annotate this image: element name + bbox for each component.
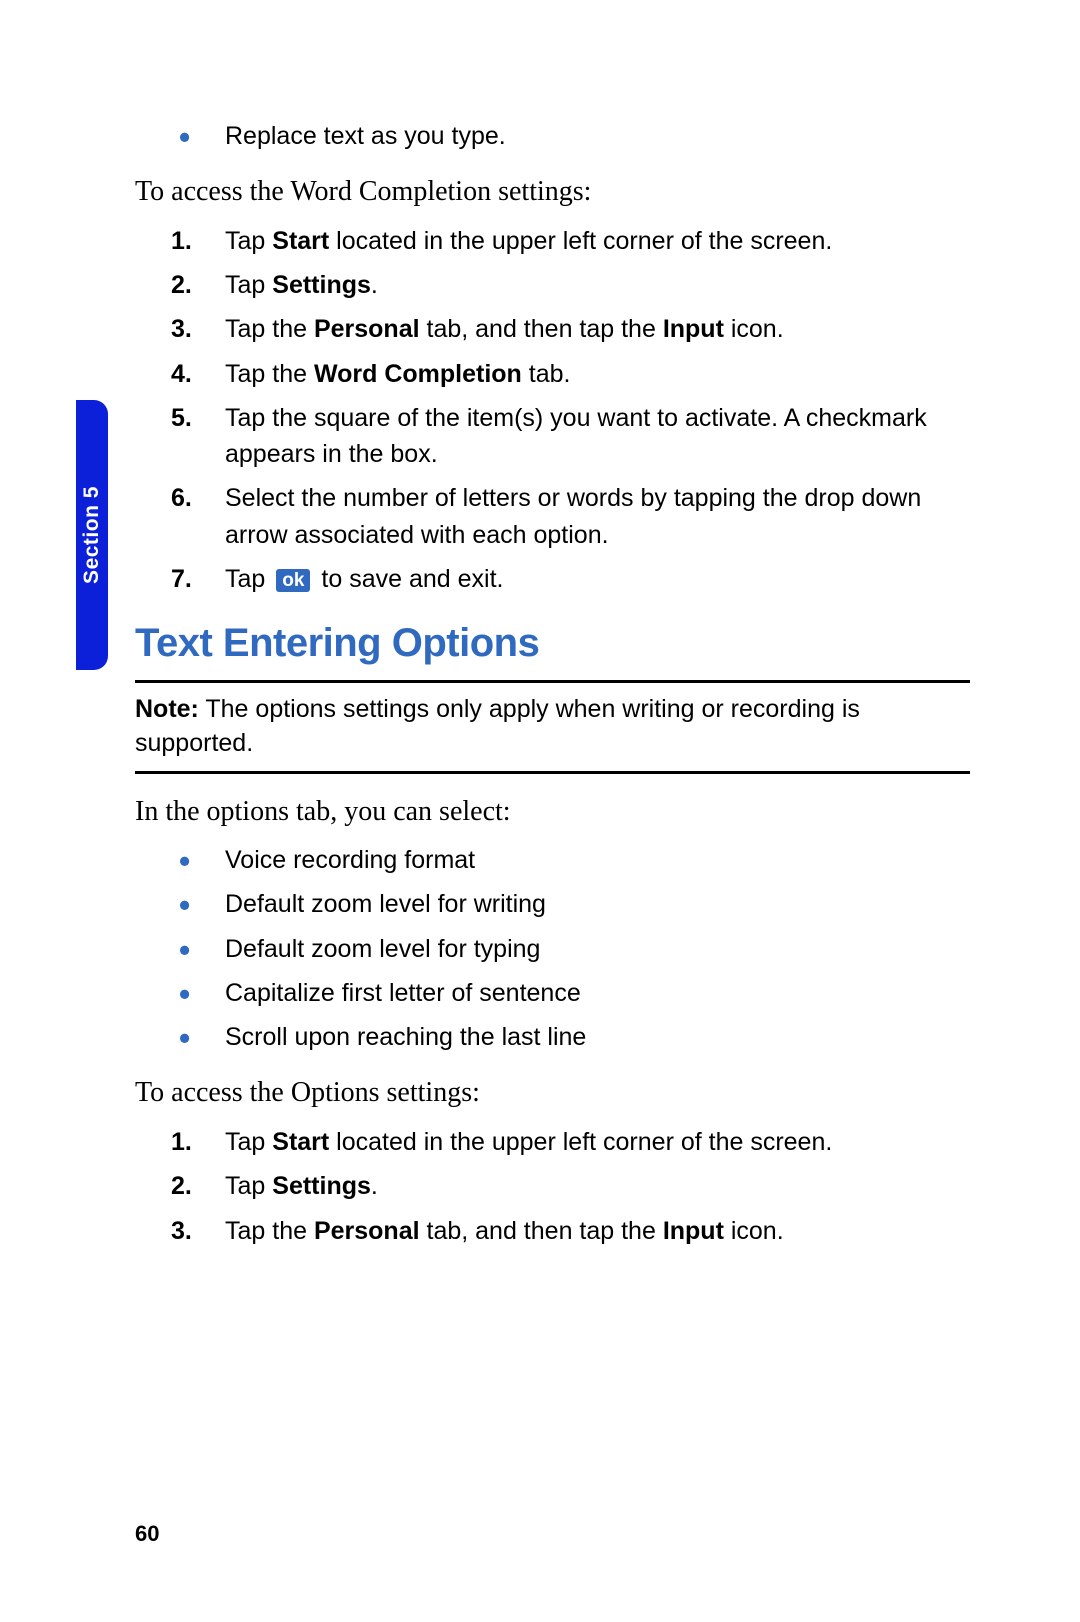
step-item: 2. Tap Settings. bbox=[135, 1168, 970, 1204]
step-text: Tap bbox=[225, 1128, 272, 1156]
heading-text-entering-options: Text Entering Options bbox=[135, 621, 970, 666]
step-text: Tap the bbox=[225, 1217, 314, 1245]
step-text: Tap the bbox=[225, 315, 314, 343]
steps-access-options: 1. Tap Start located in the upper left co… bbox=[135, 1124, 970, 1249]
step-text: Tap bbox=[225, 227, 272, 255]
step-item: 7. Tap ok to save and exit. bbox=[135, 561, 970, 597]
step-bold: Personal bbox=[314, 1217, 420, 1245]
step-text: Select the number of letters or words by… bbox=[225, 484, 921, 548]
step-number: 6. bbox=[171, 480, 192, 516]
bullet-text: Replace text as you type. bbox=[225, 122, 506, 150]
list-item: Scroll upon reaching the last line bbox=[135, 1019, 970, 1055]
list-item: Replace text as you type. bbox=[135, 118, 970, 154]
step-text: Tap bbox=[225, 1172, 272, 1200]
ok-icon: ok bbox=[276, 569, 310, 592]
step-text: located in the upper left corner of the … bbox=[329, 227, 832, 255]
step-number: 4. bbox=[171, 356, 192, 392]
step-text: tab. bbox=[522, 360, 571, 388]
list-item: Capitalize first letter of sentence bbox=[135, 975, 970, 1011]
step-item: 4. Tap the Word Completion tab. bbox=[135, 356, 970, 392]
note-text: The options settings only apply when wri… bbox=[135, 695, 860, 757]
options-bullet-list: Voice recording format Default zoom level… bbox=[135, 842, 970, 1055]
note-box: Note: The options settings only apply wh… bbox=[135, 680, 970, 774]
step-text: located in the upper left corner of the … bbox=[329, 1128, 832, 1156]
step-text: Tap the square of the item(s) you want t… bbox=[225, 404, 927, 468]
step-text: . bbox=[371, 271, 378, 299]
bullet-text: Voice recording format bbox=[225, 846, 475, 874]
step-number: 2. bbox=[171, 267, 192, 303]
step-number: 3. bbox=[171, 1213, 192, 1249]
step-number: 1. bbox=[171, 1124, 192, 1160]
step-text: icon. bbox=[724, 1217, 784, 1245]
steps-word-completion: 1. Tap Start located in the upper left co… bbox=[135, 223, 970, 597]
step-bold: Word Completion bbox=[314, 360, 522, 388]
intro-word-completion: To access the Word Completion settings: bbox=[135, 172, 970, 213]
section-tab-label: Section 5 bbox=[80, 486, 104, 584]
step-item: 1. Tap Start located in the upper left co… bbox=[135, 1124, 970, 1160]
step-item: 2. Tap Settings. bbox=[135, 267, 970, 303]
step-text: Tap the bbox=[225, 360, 314, 388]
bullet-text: Default zoom level for typing bbox=[225, 935, 540, 963]
bullet-text: Capitalize first letter of sentence bbox=[225, 979, 581, 1007]
note-label: Note: bbox=[135, 695, 199, 723]
intro-access-options: To access the Options settings: bbox=[135, 1073, 970, 1114]
list-item: Default zoom level for writing bbox=[135, 886, 970, 922]
page-number: 60 bbox=[135, 1521, 159, 1547]
step-text: tab, and then tap the bbox=[420, 1217, 663, 1245]
intro-options-tab: In the options tab, you can select: bbox=[135, 792, 970, 833]
step-bold: Input bbox=[663, 1217, 724, 1245]
step-item: 3. Tap the Personal tab, and then tap the… bbox=[135, 311, 970, 347]
step-text: tab, and then tap the bbox=[420, 315, 663, 343]
step-number: 5. bbox=[171, 400, 192, 436]
step-item: 1. Tap Start located in the upper left co… bbox=[135, 223, 970, 259]
step-bold: Personal bbox=[314, 315, 420, 343]
bullet-text: Scroll upon reaching the last line bbox=[225, 1023, 586, 1051]
step-text: icon. bbox=[724, 315, 784, 343]
list-item: Default zoom level for typing bbox=[135, 931, 970, 967]
step-bold: Start bbox=[272, 1128, 329, 1156]
step-text: Tap bbox=[225, 271, 272, 299]
step-bold: Settings bbox=[272, 271, 371, 299]
step-text: Tap bbox=[225, 565, 272, 593]
section-tab: Section 5 bbox=[76, 400, 108, 670]
step-number: 3. bbox=[171, 311, 192, 347]
step-bold: Input bbox=[663, 315, 724, 343]
step-number: 1. bbox=[171, 223, 192, 259]
step-item: 5. Tap the square of the item(s) you want… bbox=[135, 400, 970, 473]
bullet-text: Default zoom level for writing bbox=[225, 890, 546, 918]
step-item: 6. Select the number of letters or words … bbox=[135, 480, 970, 553]
step-number: 2. bbox=[171, 1168, 192, 1204]
step-item: 3. Tap the Personal tab, and then tap the… bbox=[135, 1213, 970, 1249]
step-bold: Start bbox=[272, 227, 329, 255]
step-bold: Settings bbox=[272, 1172, 371, 1200]
step-text: to save and exit. bbox=[314, 565, 503, 593]
manual-page: Section 5 Replace text as you type. To a… bbox=[0, 0, 1080, 1622]
list-item: Voice recording format bbox=[135, 842, 970, 878]
step-number: 7. bbox=[171, 561, 192, 597]
step-text: . bbox=[371, 1172, 378, 1200]
top-bullet-list: Replace text as you type. bbox=[135, 118, 970, 154]
